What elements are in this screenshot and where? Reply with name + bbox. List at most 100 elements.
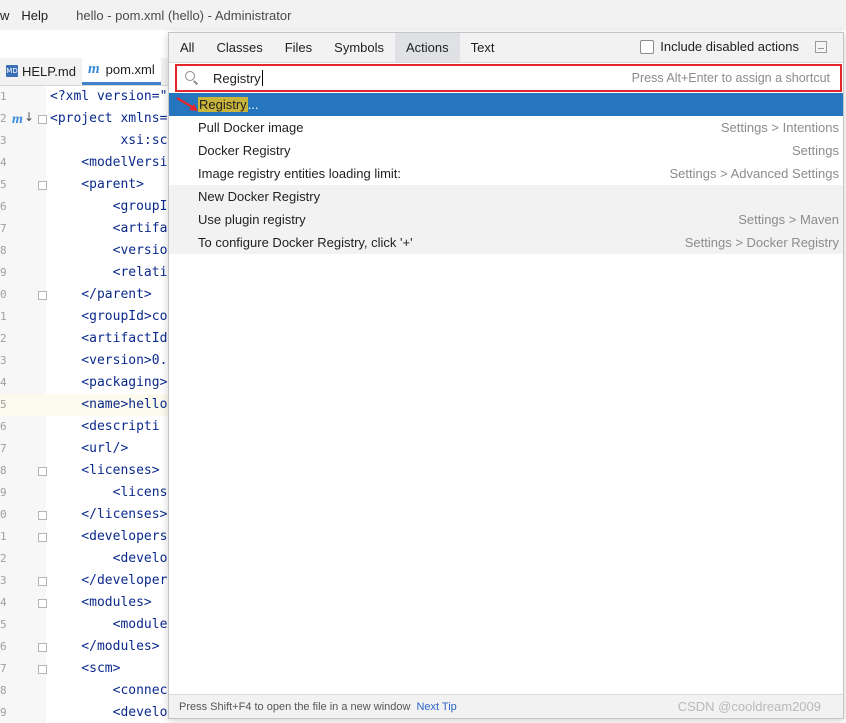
code-line[interactable]: 1 <?xml version=": [0, 86, 170, 108]
result-new-docker-registry[interactable]: New Docker Registry: [169, 185, 843, 208]
tab-files[interactable]: Files: [274, 33, 323, 62]
line-number: 8: [0, 244, 7, 257]
result-hint: Settings > Advanced Settings: [669, 166, 839, 181]
line-number: 8: [0, 684, 7, 697]
code-line[interactable]: 5 <parent>: [0, 174, 170, 196]
code-line[interactable]: 8 <licenses>: [0, 460, 170, 482]
code-line[interactable]: 0 </parent>: [0, 284, 170, 306]
window-title: hello - pom.xml (hello) - Administrator: [76, 7, 292, 23]
line-number: 8: [0, 464, 7, 477]
result-label: To configure Docker Registry, click '+': [198, 235, 413, 250]
fold-marker-icon[interactable]: [38, 643, 47, 652]
code-line[interactable]: 0 </licenses>: [0, 504, 170, 526]
annotation-arrow-icon: [176, 97, 198, 111]
code-text: </developer: [50, 573, 168, 588]
code-line[interactable]: 9 <licens: [0, 482, 170, 504]
code-line[interactable]: 1 <groupId>co: [0, 306, 170, 328]
include-disabled-label[interactable]: Include disabled actions: [660, 39, 799, 54]
result-pull-docker-image[interactable]: Pull Docker image Settings > Intentions: [169, 116, 843, 139]
result-hint: Settings > Intentions: [720, 120, 839, 135]
fold-marker-icon[interactable]: [38, 665, 47, 674]
code-text: <groupI: [50, 199, 168, 214]
search-hint: Press Alt+Enter to assign a shortcut: [631, 71, 830, 85]
line-number: 1: [0, 310, 7, 323]
result-registry[interactable]: Registry...: [169, 93, 843, 116]
code-line[interactable]: 4 <packaging>: [0, 372, 170, 394]
fold-marker-icon[interactable]: [38, 115, 47, 124]
menu-window[interactable]: w: [0, 8, 15, 23]
code-line[interactable]: 7 <scm>: [0, 658, 170, 680]
code-text: <relati: [50, 265, 168, 280]
fold-marker-icon[interactable]: [38, 467, 47, 476]
code-line[interactable]: 3 <version>0.: [0, 350, 170, 372]
code-line[interactable]: 3 </developer: [0, 570, 170, 592]
result-configure-docker-registry[interactable]: To configure Docker Registry, click '+' …: [169, 231, 843, 254]
tab-pom-xml[interactable]: m pom.xml: [81, 57, 161, 85]
code-text: </modules>: [50, 639, 160, 654]
next-tip-link[interactable]: Next Tip: [416, 701, 456, 713]
maven-file-icon: m: [87, 61, 100, 77]
code-line[interactable]: 4 <modules>: [0, 592, 170, 614]
code-text: </parent>: [50, 287, 152, 302]
line-number: 5: [0, 398, 7, 411]
result-use-plugin-registry[interactable]: Use plugin registry Settings > Maven: [169, 208, 843, 231]
line-number: 1: [0, 530, 7, 543]
tab-all[interactable]: All: [169, 33, 205, 62]
code-line[interactable]: 8 <connec: [0, 680, 170, 702]
search-field[interactable]: Registry Press Alt+Enter to assign a sho…: [175, 64, 842, 92]
fold-marker-icon[interactable]: [38, 291, 47, 300]
code-text: <url/>: [50, 441, 129, 456]
code-text: xsi:sc: [50, 133, 168, 148]
fold-marker-icon[interactable]: [38, 181, 47, 190]
include-disabled-checkbox[interactable]: [640, 39, 655, 54]
code-line[interactable]: 3 xsi:sc: [0, 130, 170, 152]
tab-text[interactable]: Text: [460, 33, 506, 62]
result-docker-registry[interactable]: Docker Registry Settings: [169, 139, 843, 162]
fold-marker-icon[interactable]: [38, 533, 47, 542]
code-line[interactable]: 6 <groupI: [0, 196, 170, 218]
line-number: 0: [0, 508, 7, 521]
code-line[interactable]: 4 <modelVersi: [0, 152, 170, 174]
code-text: <descripti: [50, 419, 160, 434]
menu-help[interactable]: Help: [15, 8, 54, 23]
menu-bar: w Help hello - pom.xml (hello) - Adminis…: [0, 0, 846, 30]
code-line[interactable]: 9 <relati: [0, 262, 170, 284]
result-label: New Docker Registry: [198, 189, 321, 204]
code-line[interactable]: 5 <module: [0, 614, 170, 636]
code-line[interactable]: 6 <descripti: [0, 416, 170, 438]
tab-help-md[interactable]: MD HELP.md: [0, 57, 82, 85]
code-line[interactable]: 7 <url/>: [0, 438, 170, 460]
code-line[interactable]: 9 <develo: [0, 702, 170, 723]
line-number: 4: [0, 376, 7, 389]
fold-marker-icon[interactable]: [38, 511, 47, 520]
code-editor[interactable]: m ↓ 1 <?xml version=" 2 <project xmlns= 3 xs…: [0, 86, 170, 723]
search-input[interactable]: Registry: [213, 71, 261, 86]
results-list: Registry... Pull Docker image Settings >…: [169, 93, 843, 254]
tab-actions[interactable]: Actions: [395, 33, 460, 62]
line-number: 7: [0, 222, 7, 235]
line-number: 3: [0, 134, 7, 147]
code-text: <scm>: [50, 661, 121, 676]
code-line[interactable]: 1 <developers: [0, 526, 170, 548]
line-number: 0: [0, 288, 7, 301]
code-text: <project xmlns=: [50, 111, 168, 126]
line-number: 2: [0, 552, 7, 565]
code-text: <artifactId: [50, 331, 168, 346]
line-number: 4: [0, 156, 7, 169]
code-text: </licenses>: [50, 507, 168, 522]
tab-classes[interactable]: Classes: [205, 33, 273, 62]
code-text: <modelVersi: [50, 155, 168, 170]
code-line[interactable]: 2 <project xmlns=: [0, 108, 170, 130]
code-line[interactable]: 8 <versio: [0, 240, 170, 262]
pin-window-icon[interactable]: [815, 40, 827, 53]
result-hint: Settings > Docker Registry: [684, 235, 839, 250]
code-line[interactable]: 2 <artifactId: [0, 328, 170, 350]
fold-marker-icon[interactable]: [38, 577, 47, 586]
code-line[interactable]: 7 <artifa: [0, 218, 170, 240]
result-image-registry-limit[interactable]: Image registry entities loading limit: S…: [169, 162, 843, 185]
fold-marker-icon[interactable]: [38, 599, 47, 608]
code-line[interactable]: 5 <name>hello: [0, 394, 170, 416]
code-line[interactable]: 2 <develo: [0, 548, 170, 570]
tab-symbols[interactable]: Symbols: [323, 33, 395, 62]
code-line[interactable]: 6 </modules>: [0, 636, 170, 658]
